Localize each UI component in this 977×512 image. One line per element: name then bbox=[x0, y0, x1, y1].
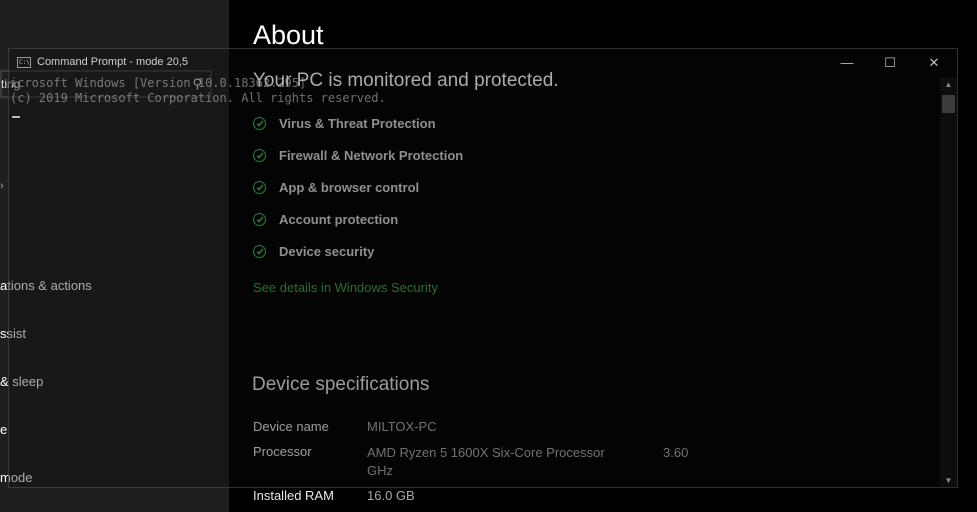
spec-value-installed-ram: 16.0 GB bbox=[367, 488, 415, 503]
command-prompt-window[interactable]: C:\ Command Prompt - mode 20,5 — ☐ ✕ icr… bbox=[8, 48, 958, 488]
window-title: Command Prompt - mode 20,5 bbox=[37, 56, 189, 68]
cmd-icon: C:\ bbox=[17, 57, 31, 68]
console-line: (c) 2019 Microsoft Corporation. All righ… bbox=[10, 91, 386, 105]
nav-chevron-icon: › bbox=[0, 180, 4, 192]
console-line: icrosoft Windows [Version 10.0.18362.295… bbox=[10, 76, 307, 90]
cmd-titlebar[interactable]: C:\ Command Prompt - mode 20,5 — ☐ ✕ bbox=[9, 49, 957, 77]
scroll-down-icon[interactable]: ▼ bbox=[940, 476, 957, 485]
scroll-thumb[interactable] bbox=[942, 95, 955, 113]
maximize-button[interactable]: ☐ bbox=[880, 54, 900, 72]
close-button[interactable]: ✕ bbox=[924, 54, 944, 72]
page-title: About bbox=[253, 20, 324, 50]
vertical-scrollbar[interactable]: ▲ ▼ bbox=[940, 77, 957, 487]
sidebar-item-storage[interactable]: e bbox=[0, 422, 7, 437]
scroll-up-icon[interactable]: ▲ bbox=[940, 80, 957, 89]
spec-label-installed-ram: Installed RAM bbox=[253, 488, 334, 503]
text-cursor bbox=[12, 116, 20, 118]
minimize-button[interactable]: — bbox=[837, 54, 857, 72]
